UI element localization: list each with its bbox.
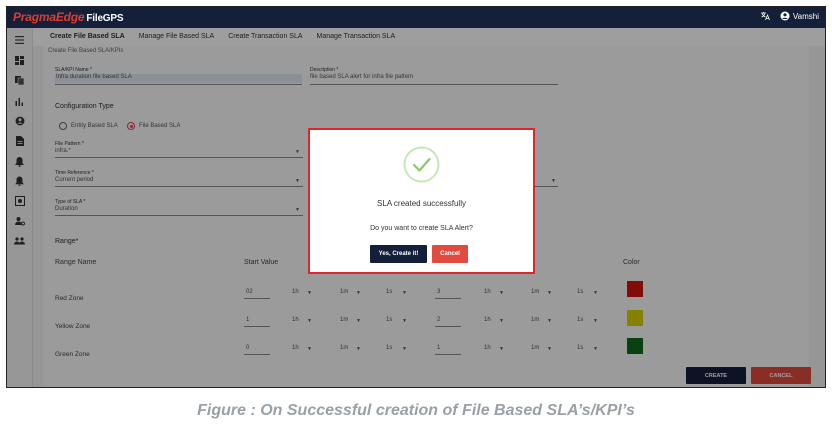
figure-caption: Figure : On Successful creation of File … <box>197 402 635 419</box>
top-right-controls: Vamshi <box>760 11 819 21</box>
dialog-question: Do you want to create SLA Alert? <box>370 225 473 232</box>
dialog-title: SLA created successfully <box>377 199 466 208</box>
app-window: PragmaEdge FileGPS Vamshi Create File Ba… <box>6 6 826 388</box>
brand-name: PragmaEdge <box>13 10 85 24</box>
app-logo[interactable]: PragmaEdge FileGPS <box>13 10 124 24</box>
dialog-cancel-button[interactable]: Cancel <box>432 245 468 263</box>
user-name: Vamshi <box>792 11 819 21</box>
top-bar: PragmaEdge FileGPS Vamshi <box>7 7 825 28</box>
success-check-icon <box>403 146 440 183</box>
account-circle-icon <box>780 11 790 21</box>
translate-icon[interactable] <box>760 11 770 21</box>
product-name: FileGPS <box>86 13 124 24</box>
success-dialog: SLA created successfully Do you want to … <box>308 128 535 274</box>
create-alert-button[interactable]: Yes, Create it! <box>370 245 427 263</box>
user-menu[interactable]: Vamshi <box>780 11 819 21</box>
